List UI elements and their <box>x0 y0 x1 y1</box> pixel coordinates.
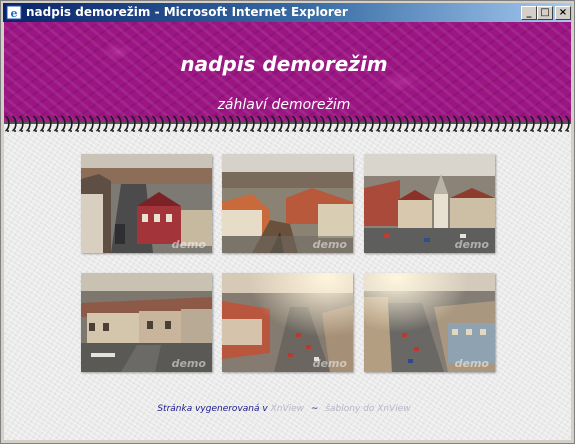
footer-separator: ~ <box>310 404 319 414</box>
demo-watermark: demo <box>171 238 206 251</box>
demo-watermark: demo <box>171 357 206 370</box>
xnview-templates-link[interactable]: šablony do XnView <box>325 404 410 414</box>
page-header: nadpis demorežim záhlaví demorežim <box>4 22 571 122</box>
minimize-button[interactable]: _ <box>521 6 537 20</box>
page-content[interactable]: nadpis demorežim záhlaví demorežim demo … <box>4 22 571 440</box>
demo-watermark: demo <box>454 238 489 251</box>
internet-explorer-icon: e <box>6 5 22 20</box>
close-button[interactable]: × <box>555 6 571 20</box>
page-footer: Stránka vygenerovaná v XnView ~ šablony … <box>4 404 564 414</box>
spiral-binding <box>4 115 571 133</box>
photo-thumbnail-1[interactable]: demo <box>81 154 212 253</box>
page-subtitle: záhlaví demorežim <box>217 97 351 113</box>
title-bar[interactable]: e nadpis demorežim - Microsoft Internet … <box>3 3 572 22</box>
maximize-button[interactable]: □ <box>537 6 553 20</box>
window-title: nadpis demorežim - Microsoft Internet Ex… <box>26 5 348 19</box>
demo-watermark: demo <box>312 357 347 370</box>
photo-thumbnail-6[interactable]: demo <box>364 273 495 372</box>
photo-thumbnail-5[interactable]: demo <box>222 273 353 372</box>
photo-thumbnail-3[interactable]: demo <box>364 154 495 253</box>
svg-text:e: e <box>11 7 18 20</box>
photo-thumbnail-2[interactable]: demo <box>222 154 353 253</box>
demo-watermark: demo <box>454 357 489 370</box>
page-title: nadpis demorežim <box>180 52 388 76</box>
photo-thumbnail-4[interactable]: demo <box>81 273 212 372</box>
demo-watermark: demo <box>312 238 347 251</box>
browser-window: e nadpis demorežim - Microsoft Internet … <box>0 0 575 444</box>
xnview-link[interactable]: XnView <box>271 404 304 414</box>
footer-text: Stránka vygenerovaná v <box>157 404 268 414</box>
